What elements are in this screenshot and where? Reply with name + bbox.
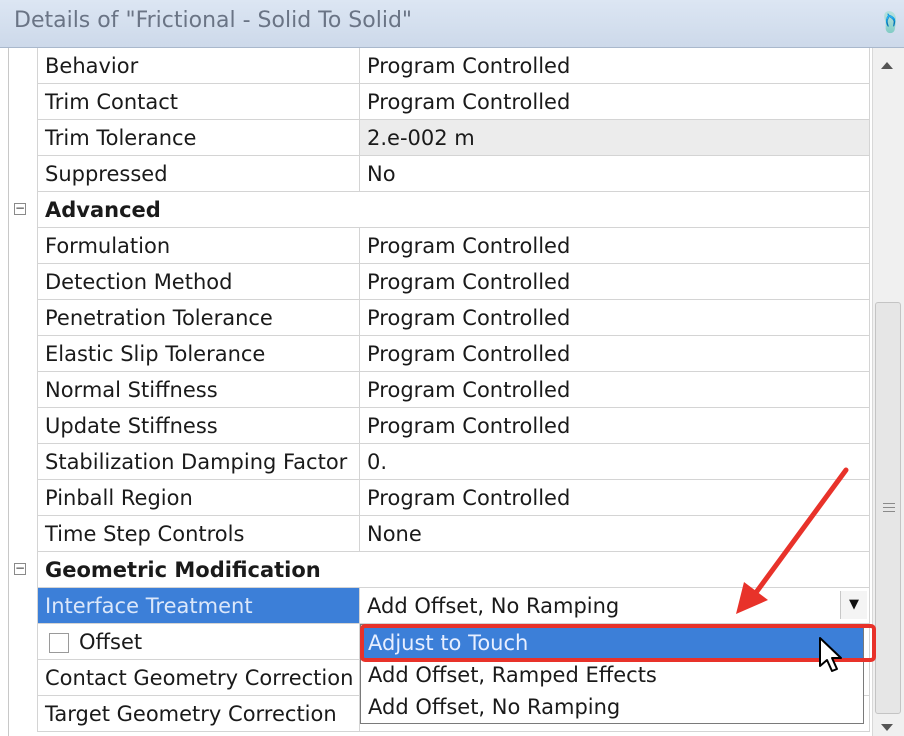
mouse-cursor-icon <box>819 637 842 672</box>
annotation-arrow-icon <box>736 467 849 614</box>
